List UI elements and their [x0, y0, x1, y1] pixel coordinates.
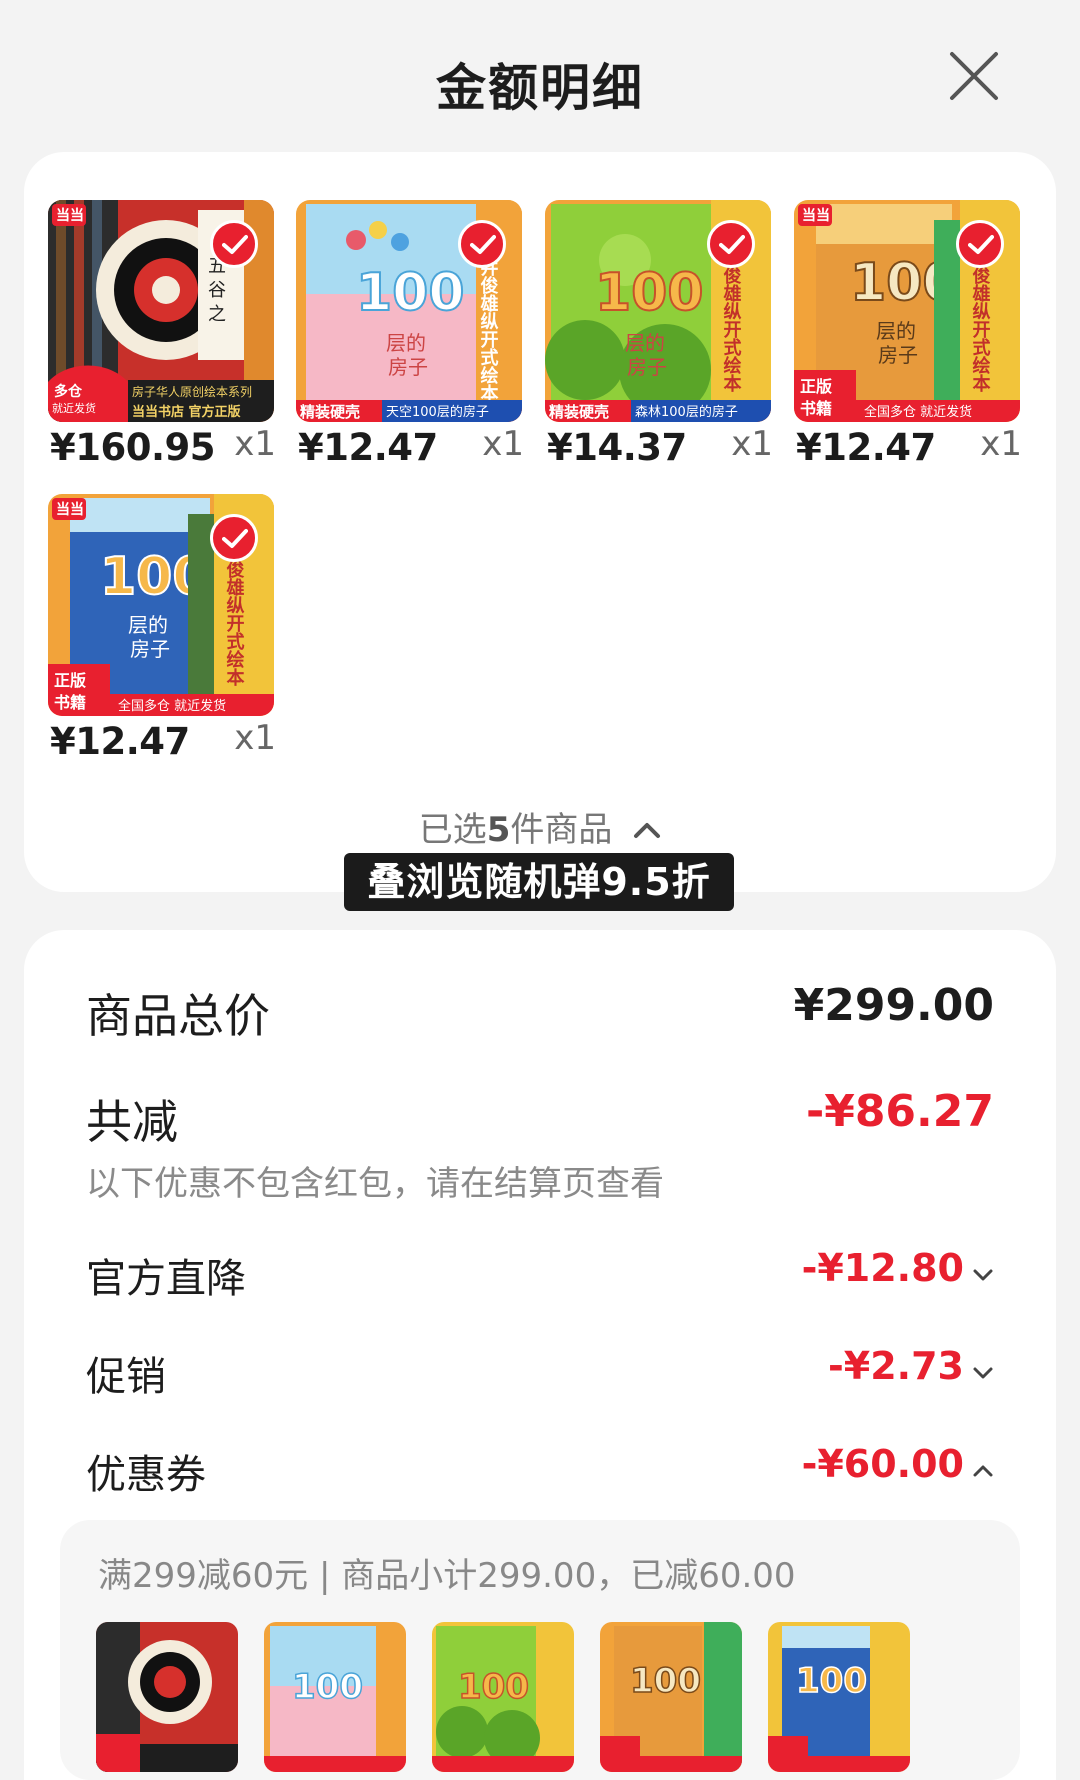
promo-banner: 叠浏览随机弹9.5折 [344, 853, 734, 911]
svg-text:就近发货: 就近发货 [52, 401, 96, 415]
discount-value: -¥12.80 [801, 1246, 964, 1290]
svg-text:全国多仓 就近发货: 全国多仓 就近发货 [118, 698, 226, 714]
total-reduce-value: -¥86.27 [805, 1086, 994, 1137]
product-price: ¥160.95 [50, 426, 216, 469]
svg-text:100: 100 [292, 1667, 363, 1707]
product-cover-image: 100 层的 房子 岩井俊雄纵开式绘本 精装硬壳 森林100层的房子 [545, 200, 771, 422]
svg-text:100: 100 [356, 263, 465, 323]
discount-value: -¥60.00 [801, 1442, 964, 1486]
svg-text:精装硬壳: 精装硬壳 [300, 403, 360, 421]
selected-check-icon[interactable] [210, 514, 258, 562]
svg-text:正版: 正版 [54, 671, 86, 690]
chevron-up-icon [633, 808, 661, 848]
product-list-card: 五 谷 之 多仓 就近发货 房子华人原创绘本系列 当当书店 官方正版 当当 ¥1… [24, 152, 1056, 892]
svg-text:层的: 层的 [386, 331, 426, 355]
svg-text:100: 100 [458, 1667, 529, 1707]
svg-text:100: 100 [796, 1661, 867, 1701]
svg-text:谷: 谷 [208, 280, 226, 301]
product-price: ¥12.47 [796, 426, 936, 469]
svg-text:之: 之 [208, 304, 226, 325]
discount-note: 以下优惠不包含红包，请在结算页查看 [86, 1164, 664, 1204]
svg-text:房子: 房子 [130, 637, 170, 661]
selected-check-icon[interactable] [707, 220, 755, 268]
svg-text:精装硬壳: 精装硬壳 [549, 403, 609, 421]
product-cover-image: 100 层的 房子 岩井俊雄纵开式绘本 当当 正版 书籍 全国多仓 就近发货 [794, 200, 1020, 422]
svg-text:正版: 正版 [800, 377, 832, 396]
product-qty: x1 [731, 424, 773, 464]
close-icon[interactable] [948, 50, 1000, 102]
coupon-product-thumb: 100 [768, 1622, 910, 1772]
coupon-detail-text: 满299减60元 | 商品小计299.00，已减60.00 [98, 1556, 796, 1596]
product-cover-image: 五 谷 之 多仓 就近发货 房子华人原创绘本系列 当当书店 官方正版 当当 [48, 200, 274, 422]
selected-count: 5 [486, 810, 511, 850]
svg-text:100: 100 [595, 263, 704, 323]
product-price: ¥12.47 [298, 426, 438, 469]
discount-label: 促销 [86, 1354, 166, 1400]
selected-prefix: 已选 [418, 810, 487, 850]
chevron-up-icon[interactable] [972, 1463, 994, 1482]
svg-text:房子: 房子 [627, 355, 667, 379]
product-qty: x1 [234, 424, 276, 464]
selected-check-icon[interactable] [956, 220, 1004, 268]
svg-text:当当: 当当 [56, 501, 84, 518]
svg-text:全国多仓 就近发货: 全国多仓 就近发货 [864, 404, 972, 420]
svg-text:房子: 房子 [388, 355, 428, 379]
svg-text:当当: 当当 [802, 207, 830, 224]
selected-check-icon[interactable] [210, 220, 258, 268]
discount-label: 优惠券 [86, 1452, 206, 1498]
page-title: 金额明细 [436, 59, 644, 117]
svg-text:100: 100 [630, 1661, 701, 1701]
product-price: ¥12.47 [50, 720, 190, 763]
svg-text:层的: 层的 [128, 613, 168, 637]
chevron-down-icon[interactable] [972, 1365, 994, 1384]
product-cover-image: 100 层的 房子 岩井俊雄纵开式绘本 当当 正版 书籍 全国多仓 就近发货 [48, 494, 274, 716]
coupon-product-thumb: 100 [600, 1622, 742, 1772]
svg-text:房子: 房子 [878, 343, 918, 367]
svg-text:房子华人原创绘本系列: 房子华人原创绘本系列 [132, 384, 252, 399]
header: 金额明细 [0, 0, 1080, 150]
svg-text:多仓: 多仓 [54, 383, 83, 400]
svg-text:书籍: 书籍 [800, 399, 832, 418]
svg-text:层的: 层的 [876, 319, 916, 343]
svg-text:层的: 层的 [625, 331, 665, 355]
svg-text:天空100层的房子: 天空100层的房子 [386, 404, 489, 420]
selected-count-toggle[interactable]: 已选5件商品 [24, 802, 1056, 851]
chevron-down-icon[interactable] [972, 1267, 994, 1286]
product-price: ¥14.37 [547, 426, 687, 469]
svg-text:书籍: 书籍 [54, 693, 86, 712]
discount-label: 官方直降 [86, 1256, 246, 1302]
svg-text:当当书店 官方正版: 当当书店 官方正版 [132, 404, 241, 420]
selected-suffix: 件商品 [510, 810, 613, 850]
coupon-product-thumb: 100 [432, 1622, 574, 1772]
total-reduce-label: 共减 [86, 1095, 178, 1149]
discount-value: -¥2.73 [828, 1344, 964, 1388]
total-price-label: 商品总价 [86, 989, 270, 1043]
product-qty: x1 [482, 424, 524, 464]
coupon-product-thumb [96, 1622, 238, 1772]
svg-text:当当: 当当 [56, 207, 84, 224]
svg-text:森林100层的房子: 森林100层的房子 [635, 404, 738, 420]
total-price-value: ¥299.00 [793, 980, 994, 1031]
coupon-product-thumb: 100 [264, 1622, 406, 1772]
product-cover-image: 100 层的 房子 岩井俊雄纵开式绘本 精装硬壳 天空100层的房子 [296, 200, 522, 422]
product-qty: x1 [234, 718, 276, 758]
product-qty: x1 [980, 424, 1022, 464]
selected-check-icon[interactable] [458, 220, 506, 268]
